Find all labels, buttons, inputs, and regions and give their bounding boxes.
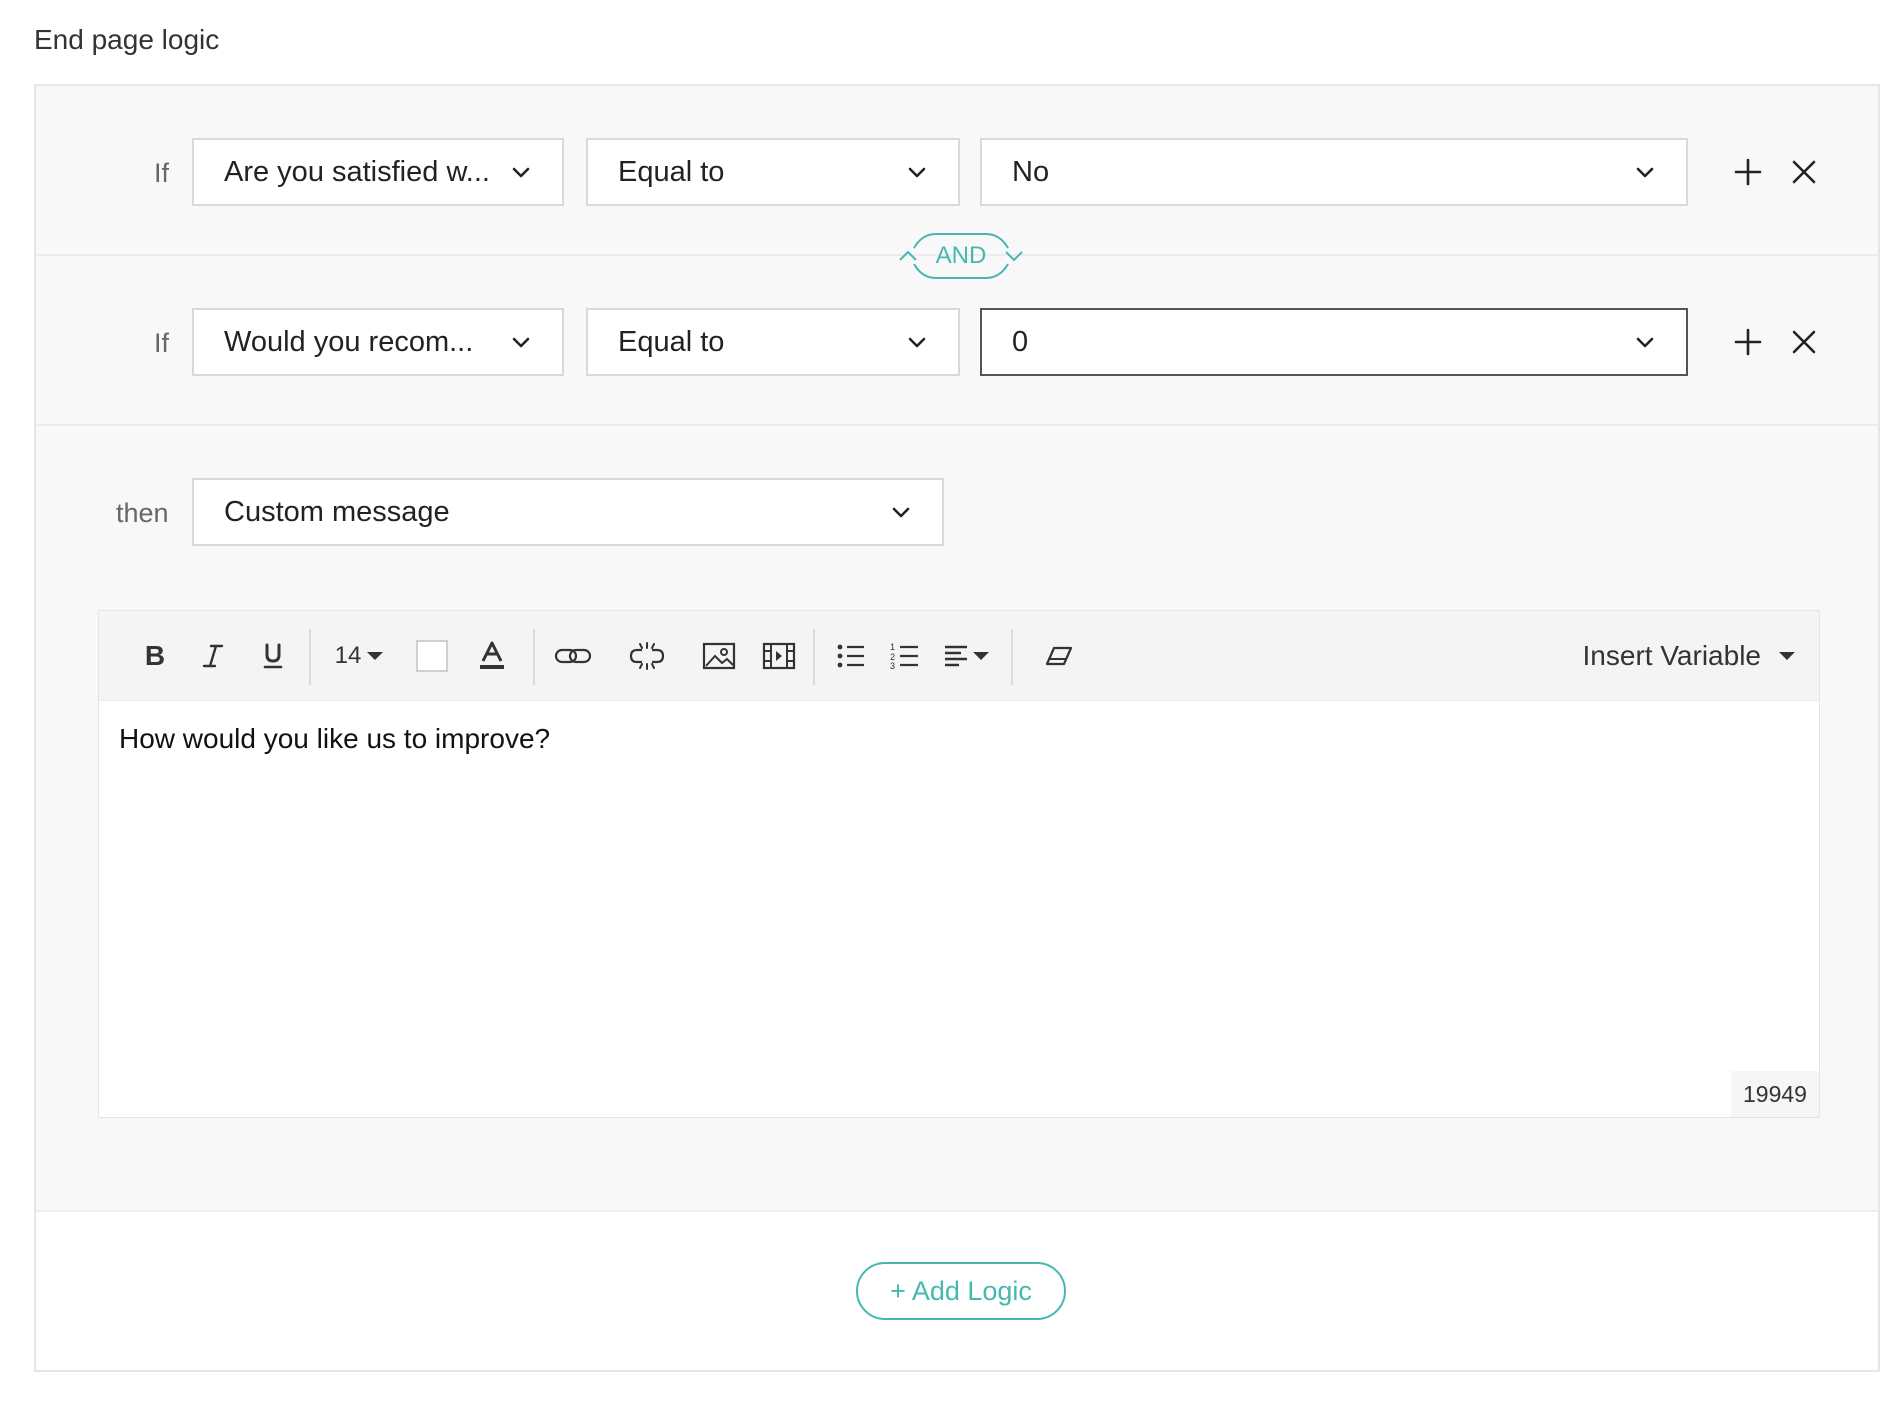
and-connector-label: AND <box>935 242 987 269</box>
question-select-value: Are you satisfied w... <box>224 155 490 188</box>
plus-icon <box>1734 158 1762 186</box>
add-condition-button[interactable] <box>1730 324 1766 360</box>
chevron-down-icon <box>512 167 530 178</box>
value-select[interactable]: No <box>980 138 1688 206</box>
clear-format-button[interactable] <box>1037 633 1081 679</box>
align-icon <box>945 645 967 667</box>
svg-text:1: 1 <box>890 642 895 652</box>
plus-icon <box>1734 328 1762 356</box>
italic-button[interactable] <box>193 633 233 679</box>
insert-image-button[interactable] <box>697 633 741 679</box>
chevron-down-icon <box>908 337 926 348</box>
question-select-value: Would you recom... <box>224 325 474 358</box>
underline-button[interactable] <box>253 633 293 679</box>
chevron-down-icon <box>1636 337 1654 348</box>
add-condition-button[interactable] <box>1730 154 1766 190</box>
eraser-icon <box>1045 646 1073 666</box>
background-color-button[interactable] <box>409 633 455 679</box>
numbered-list-icon: 123 <box>890 642 918 670</box>
toolbar-separator <box>309 629 311 685</box>
value-select-value: 0 <box>1012 325 1029 358</box>
align-dropdown[interactable] <box>937 633 995 679</box>
insert-variable-dropdown[interactable]: Insert Variable <box>1569 633 1799 679</box>
editor-toolbar: B 14 1 2 3 Insert Variable <box>99 611 1819 701</box>
caret-down-icon <box>1779 652 1795 660</box>
chevron-down-icon <box>512 337 530 348</box>
svg-text:3: 3 <box>890 661 895 670</box>
font-size-value: 14 <box>334 642 362 669</box>
link-icon <box>554 648 592 664</box>
chevron-down-icon <box>892 507 910 518</box>
chevron-down-icon <box>908 167 926 178</box>
font-color-icon <box>480 641 504 669</box>
character-count: 19949 <box>1731 1071 1819 1117</box>
remove-condition-button[interactable] <box>1786 324 1822 360</box>
image-icon <box>702 642 736 670</box>
bullet-list-button[interactable] <box>829 633 873 679</box>
question-select[interactable]: Would you recom... <box>192 308 564 376</box>
unlink-button[interactable] <box>625 633 669 679</box>
condition-row-1: If Are you satisfied w... Equal to No <box>36 86 1878 256</box>
font-color-button[interactable] <box>469 633 515 679</box>
bullet-list-icon <box>837 644 864 668</box>
link-button[interactable] <box>551 633 595 679</box>
close-icon <box>1792 330 1816 354</box>
operator-select-value: Equal to <box>618 325 725 358</box>
and-connector-toggle[interactable]: AND <box>896 232 1026 280</box>
condition-row-2: If Would you recom... Equal to 0 <box>36 256 1878 426</box>
bold-button[interactable]: B <box>135 633 175 679</box>
insert-video-button[interactable] <box>757 633 801 679</box>
unlink-icon <box>629 642 665 670</box>
section-title: End page logic <box>34 24 220 55</box>
video-icon <box>762 642 796 670</box>
numbered-list-button[interactable]: 123 <box>883 633 927 679</box>
operator-select[interactable]: Equal to <box>586 308 960 376</box>
caret-down-icon <box>367 652 384 660</box>
bold-icon: B <box>144 640 166 671</box>
editor-content[interactable]: How would you like us to improve? <box>119 723 1799 755</box>
insert-variable-label: Insert Variable <box>1582 640 1761 671</box>
toolbar-separator <box>1011 629 1013 685</box>
value-select[interactable]: 0 <box>980 308 1688 376</box>
if-label: If <box>154 328 170 358</box>
if-label: If <box>154 158 170 188</box>
remove-condition-button[interactable] <box>1786 154 1822 190</box>
operator-select[interactable]: Equal to <box>586 138 960 206</box>
value-select-value: No <box>1012 155 1050 188</box>
toolbar-separator <box>813 629 815 685</box>
action-select-value: Custom message <box>224 495 450 528</box>
logic-panel: If Are you satisfied w... Equal to No AN… <box>34 84 1880 1372</box>
underline-icon <box>263 643 283 669</box>
chevron-down-icon <box>1636 167 1654 178</box>
close-icon <box>1792 160 1816 184</box>
logic-rule: If Are you satisfied w... Equal to No AN… <box>36 86 1878 1212</box>
rich-text-editor: B 14 1 2 3 Insert Variable How would you… <box>98 610 1820 1118</box>
italic-icon <box>202 644 224 668</box>
operator-select-value: Equal to <box>618 155 725 188</box>
question-select[interactable]: Are you satisfied w... <box>192 138 564 206</box>
add-logic-button[interactable]: + Add Logic <box>856 1262 1066 1320</box>
color-swatch-icon <box>416 640 448 672</box>
caret-down-icon <box>973 652 989 660</box>
toolbar-separator <box>533 629 535 685</box>
then-label: then <box>116 498 169 528</box>
font-size-dropdown[interactable]: 14 <box>327 633 391 679</box>
action-select[interactable]: Custom message <box>192 478 944 546</box>
